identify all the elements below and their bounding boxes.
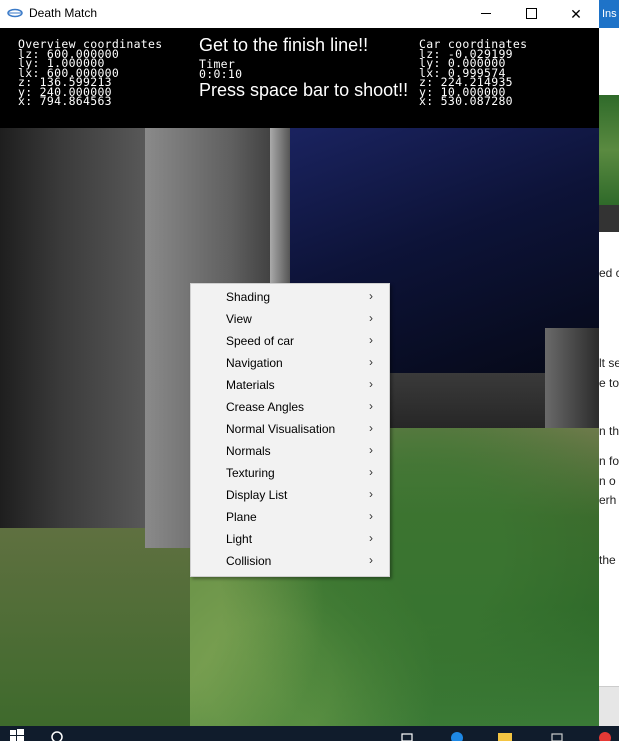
menu-item-label: Shading [226,290,271,304]
background-dark-bar [599,205,619,232]
close-button[interactable]: ✕ [553,0,599,28]
background-app-tab[interactable]: Ins [599,0,619,28]
background-tab-text: Ins [602,8,617,20]
menu-item-plane[interactable]: Plane › [191,507,389,529]
chevron-right-icon: › [369,421,373,435]
chevron-right-icon: › [369,377,373,391]
menu-item-speed-of-car[interactable]: Speed of car › [191,331,389,353]
chevron-right-icon: › [369,333,373,347]
background-text-fragment: lt se [599,356,619,370]
menu-item-label: Light [226,532,253,546]
menu-item-label: Normals [226,444,271,458]
menu-item-collision[interactable]: Collision › [191,551,389,573]
car-coordinates: Car coordinates lz: -0.029199 ly: 0.0000… [419,39,527,108]
menu-item-label: Materials [226,378,275,392]
close-icon: ✕ [570,6,582,22]
maximize-button[interactable] [508,0,554,28]
hud-center: Get to the finish line!! Timer 0:0:10 Pr… [199,34,408,101]
store-icon[interactable] [550,729,564,741]
game-window: Death Match ✕ Overview coordinates lz: 6… [0,0,599,726]
app-icon [7,8,23,18]
timer-value: 0:0:10 [199,66,243,81]
chevron-right-icon: › [369,399,373,413]
search-icon[interactable] [50,729,64,741]
menu-item-view[interactable]: View › [191,309,389,331]
wall-left [0,128,150,528]
chevron-right-icon: › [369,531,373,545]
background-footer [599,686,619,727]
instruction-text: Press space bar to shoot!! [199,80,409,100]
windows-start-icon[interactable] [10,729,24,741]
menu-item-navigation[interactable]: Navigation › [191,353,389,375]
menu-item-label: Texturing [226,466,275,480]
overview-coordinates: Overview coordinates lz: 600.000000 ly: … [18,39,162,108]
menu-item-crease-angles[interactable]: Crease Angles › [191,397,389,419]
overview-x: x: 794.864563 [18,94,112,108]
menu-item-label: Plane [226,510,257,524]
menu-item-normal-visualisation[interactable]: Normal Visualisation › [191,419,389,441]
context-menu: Shading › View › Speed of car › Navigati… [190,283,390,577]
menu-item-normals[interactable]: Normals › [191,441,389,463]
background-thumbnail [599,95,619,205]
chevron-right-icon: › [369,509,373,523]
menu-item-label: Speed of car [226,334,295,348]
menu-item-texturing[interactable]: Texturing › [191,463,389,485]
background-text-fragment: e to [599,376,619,390]
car-x: x: 530.087280 [419,94,513,108]
chevron-right-icon: › [369,311,373,325]
background-app-window[interactable]: Ins ed c lt se e to n th n fo n o erh th… [599,0,619,727]
background-text-fragment: the [599,553,616,567]
background-text-fragment: n fo [599,454,619,468]
menu-item-label: Collision [226,554,272,568]
chevron-right-icon: › [369,355,373,369]
edge-browser-icon[interactable] [450,729,464,741]
background-text-fragment: erh [599,493,617,507]
menu-item-display-list[interactable]: Display List › [191,485,389,507]
menu-item-label: Display List [226,488,288,502]
background-text-fragment: ed c [599,266,619,280]
chevron-right-icon: › [369,553,373,567]
background-text-fragment: n th [599,424,619,438]
chevron-right-icon: › [369,289,373,303]
menu-item-shading[interactable]: Shading › [191,287,389,309]
window-title: Death Match [29,6,98,20]
menu-item-label: Navigation [226,356,283,370]
menu-item-materials[interactable]: Materials › [191,375,389,397]
taskbar [0,726,619,741]
goal-text: Get to the finish line!! [199,35,369,55]
hud-panel: Overview coordinates lz: 600.000000 ly: … [0,28,599,128]
chevron-right-icon: › [369,465,373,479]
app-taskbar-icon[interactable] [598,729,612,741]
background-text-fragment: n o [599,474,616,488]
grass-ground-left [0,528,190,726]
menu-item-label: Crease Angles [226,400,305,414]
menu-item-label: Normal Visualisation [226,422,336,436]
chevron-right-icon: › [369,443,373,457]
file-explorer-icon[interactable] [498,729,512,741]
minimize-button[interactable] [463,0,509,28]
task-view-icon[interactable] [400,729,414,741]
chevron-right-icon: › [369,487,373,501]
title-bar[interactable]: Death Match ✕ [0,0,599,28]
timer: Timer 0:0:10 [199,59,408,81]
menu-item-light[interactable]: Light › [191,529,389,551]
menu-item-label: View [226,312,252,326]
